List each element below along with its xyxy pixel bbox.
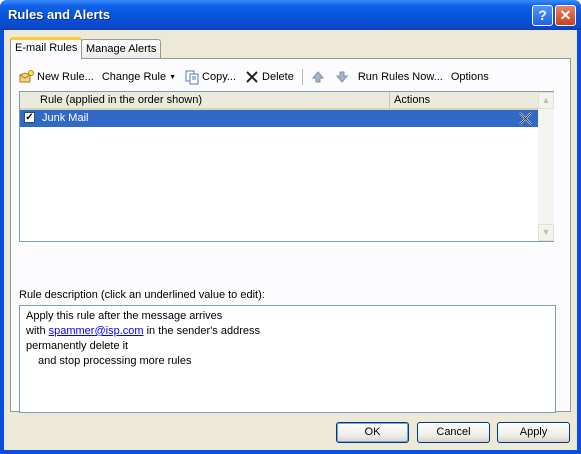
dialog-body: E-mail Rules Manage Alerts New Rule... C… (4, 30, 577, 450)
rules-list[interactable]: Rule (applied in the order shown) Action… (19, 91, 554, 242)
copy-button[interactable]: Copy... (184, 69, 236, 85)
new-rule-icon (19, 70, 34, 83)
list-scrollbar[interactable]: ▲ ▼ (538, 92, 554, 241)
cancel-button[interactable]: Cancel (417, 422, 490, 443)
email-rules-panel: New Rule... Change Rule ▼ Copy... Delete… (10, 58, 571, 413)
run-rules-now-label: Run Rules Now... (357, 71, 443, 83)
tab-email-rules[interactable]: E-mail Rules (10, 37, 83, 59)
rule-description-box: Apply this rule after the message arrive… (19, 305, 556, 413)
list-header: Rule (applied in the order shown) Action… (20, 92, 538, 110)
title-bar[interactable]: Rules and Alerts ? ✕ (0, 0, 581, 30)
column-header-actions[interactable]: Actions (390, 92, 538, 108)
description-line-2: with spammer@isp.com in the sender's add… (26, 324, 549, 339)
copy-icon (185, 70, 199, 85)
rules-and-alerts-window: Rules and Alerts ? ✕ E-mail Rules Manage… (0, 0, 581, 454)
description-with-text: with (26, 325, 49, 337)
rule-enabled-checkbox[interactable]: ✓ (24, 112, 35, 123)
apply-button[interactable]: Apply (497, 422, 570, 443)
options-label: Options (450, 71, 489, 83)
description-line-3: permanently delete it (26, 340, 129, 352)
change-rule-button[interactable]: Change Rule ▼ (102, 71, 176, 83)
description-sender-text: in the sender's address (143, 325, 260, 337)
copy-label: Copy... (202, 71, 237, 83)
list-item[interactable]: ✓ Junk Mail (20, 110, 538, 127)
move-down-button[interactable] (334, 69, 352, 85)
scroll-up-button[interactable]: ▲ (538, 92, 554, 109)
arrow-up-icon (311, 71, 324, 83)
delete-icon (246, 71, 258, 83)
scroll-down-button[interactable]: ▼ (538, 224, 554, 241)
toolbar-separator (301, 69, 303, 85)
new-rule-label: New Rule... (37, 71, 94, 83)
close-button[interactable]: ✕ (555, 5, 576, 26)
rule-description-label: Rule description (click an underlined va… (19, 289, 265, 301)
new-rule-button[interactable]: New Rule... (19, 69, 94, 85)
delete-label: Delete (262, 71, 294, 83)
run-rules-now-button[interactable]: Run Rules Now... (358, 71, 443, 83)
sender-address-link[interactable]: spammer@isp.com (49, 325, 144, 337)
help-button[interactable]: ? (532, 5, 553, 26)
rules-toolbar: New Rule... Change Rule ▼ Copy... Delete… (19, 67, 497, 87)
delete-button[interactable]: Delete (244, 69, 294, 85)
column-header-rule[interactable]: Rule (applied in the order shown) (36, 92, 390, 108)
change-rule-label: Change Rule (101, 71, 167, 83)
rule-name: Junk Mail (42, 112, 89, 124)
window-title: Rules and Alerts (8, 7, 111, 22)
options-button[interactable]: Options (451, 71, 489, 83)
description-line-4: and stop processing more rules (38, 355, 192, 367)
dropdown-arrow-icon: ▼ (169, 73, 177, 81)
arrow-down-icon (335, 71, 348, 83)
delete-action-icon (519, 112, 532, 125)
move-up-button[interactable] (310, 69, 328, 85)
tab-manage-alerts[interactable]: Manage Alerts (81, 39, 162, 58)
ok-button[interactable]: OK (336, 422, 409, 443)
description-line-1: Apply this rule after the message arrive… (26, 310, 223, 322)
